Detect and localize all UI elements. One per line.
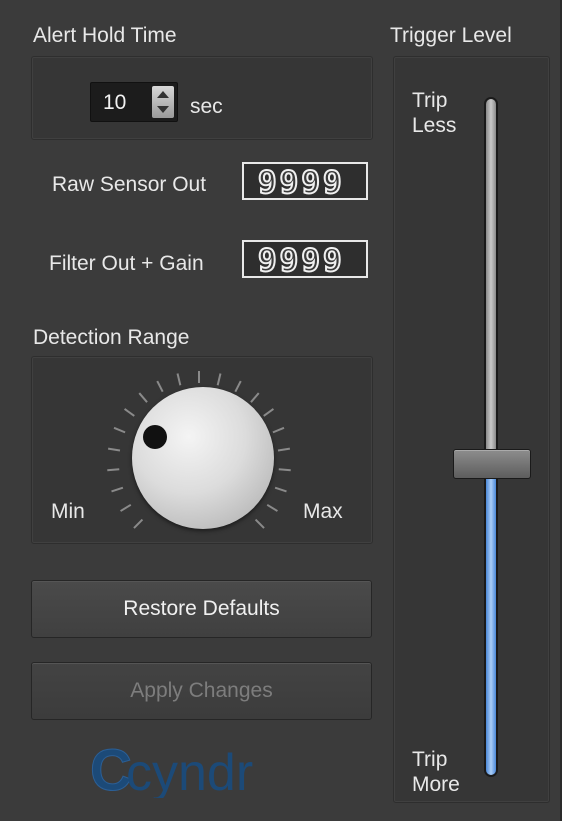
filter-out-value: 9999 — [257, 242, 345, 280]
spinner-up-icon[interactable] — [157, 91, 169, 98]
apply-changes-button[interactable]: Apply Changes — [31, 662, 372, 720]
track-lower-fill — [486, 464, 496, 775]
knob-tick — [120, 503, 132, 512]
knob-tick — [250, 392, 260, 403]
trip-less-line2: Less — [412, 114, 457, 137]
trigger-level-track[interactable] — [484, 97, 498, 777]
knob-tick — [254, 518, 265, 529]
filter-out-label: Filter Out + Gain — [49, 252, 204, 275]
knob-tick — [123, 408, 135, 417]
spinner-down-icon[interactable] — [157, 106, 169, 113]
knob-indicator — [143, 425, 167, 449]
trigger-level-group — [393, 56, 550, 803]
trigger-level-title: Trigger Level — [390, 24, 512, 47]
trip-more-line2: More — [412, 773, 460, 796]
restore-defaults-button[interactable]: Restore Defaults — [31, 580, 372, 638]
knob-tick — [263, 408, 275, 417]
knob-tick — [111, 486, 124, 493]
logo-wordmark: cyndr — [126, 748, 253, 798]
knob-tick — [113, 426, 126, 434]
detection-range-knob[interactable] — [132, 387, 274, 529]
knob-tick — [156, 380, 164, 393]
filter-out-display: 9999 — [242, 240, 368, 280]
trigger-level-thumb[interactable] — [453, 449, 531, 480]
trip-less-line1: Trip — [412, 89, 448, 112]
spinner-buttons[interactable] — [152, 86, 174, 118]
knob-tick — [133, 518, 144, 529]
knob-min-label: Min — [51, 500, 85, 523]
raw-sensor-display: 9999 — [242, 162, 368, 202]
trip-more-label: Trip More — [412, 747, 460, 797]
knob-tick — [138, 392, 148, 403]
trip-more-line1: Trip — [412, 748, 448, 771]
knob-tick — [272, 426, 285, 434]
knob-tick — [176, 373, 182, 386]
alert-hold-value[interactable]: 10 — [103, 91, 126, 115]
alert-hold-unit: sec — [190, 95, 223, 118]
alert-hold-spinner[interactable]: 10 — [90, 82, 178, 122]
cyndr-logo: C cyndr — [90, 748, 253, 798]
knob-tick — [266, 503, 278, 512]
raw-sensor-label: Raw Sensor Out — [52, 173, 207, 196]
knob-tick — [107, 447, 121, 452]
knob-max-label: Max — [303, 500, 343, 523]
knob-tick — [216, 373, 222, 386]
track-upper-fill — [486, 99, 496, 465]
knob-tick — [274, 486, 287, 493]
trip-less-label: Trip Less — [412, 88, 456, 138]
knob-tick — [277, 447, 291, 452]
knob-tick — [278, 468, 291, 472]
detection-range-title: Detection Range — [33, 326, 190, 349]
raw-sensor-value: 9999 — [257, 164, 345, 202]
knob-tick — [107, 468, 120, 472]
alert-hold-title: Alert Hold Time — [33, 24, 177, 47]
logo-c-mark: C — [90, 748, 131, 798]
settings-panel: Alert Hold Time 10 sec Raw Sensor Out 99… — [0, 0, 562, 821]
knob-tick — [234, 380, 242, 393]
